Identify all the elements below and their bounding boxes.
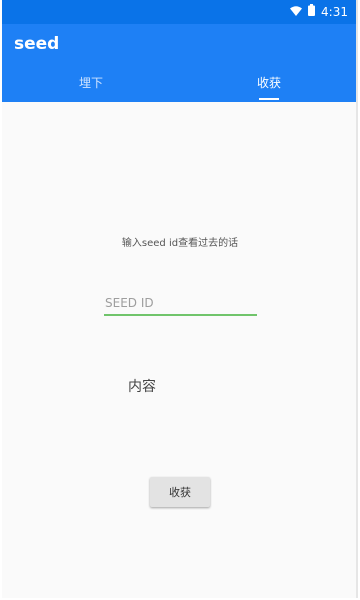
tab-harvest-label: 收获 [256, 76, 281, 90]
tab-bury[interactable]: 埋下 [2, 68, 180, 102]
status-time: 4:31 [321, 4, 348, 19]
tab-bar: 埋下 收获 [2, 68, 358, 102]
status-bar: 4:31 [2, 0, 358, 24]
screen-edge [356, 0, 358, 598]
tab-indicator [259, 98, 279, 100]
status-right: 4:31 [290, 4, 348, 19]
instruction-text: 输入seed id查看过去的话 [121, 238, 239, 249]
app-title: seed [14, 34, 60, 54]
tab-bury-label: 埋下 [78, 76, 103, 90]
content-label: 内容 [128, 379, 156, 395]
app-bar: seed 埋下 收获 [2, 24, 358, 102]
wifi-icon [290, 5, 303, 19]
tab-harvest[interactable]: 收获 [180, 68, 358, 102]
battery-icon [308, 4, 316, 19]
harvest-button[interactable]: 收获 [150, 477, 210, 507]
app-screen: 4:31 seed 埋下 收获 输入seed id查看过去的话 内容 收获 [2, 0, 358, 598]
seed-id-input[interactable] [104, 292, 257, 316]
